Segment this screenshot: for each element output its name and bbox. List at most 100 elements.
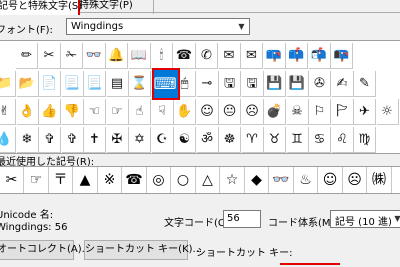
symbol-cell[interactable]: ☪ — [151, 127, 174, 153]
symbol-cell[interactable]: ✠ — [106, 127, 129, 153]
symbol-cell[interactable]: ✂ — [38, 43, 61, 69]
symbol-cell[interactable]: 🖫 — [241, 71, 264, 97]
symbol-cell[interactable]: ❄ — [16, 127, 39, 153]
symbol-cell[interactable]: ✆ — [196, 43, 218, 69]
symbol-cell[interactable]: ✁ — [61, 43, 83, 69]
symbol-cell[interactable]: 💧 — [0, 127, 16, 153]
symbol-cell[interactable]: ▤ — [106, 71, 129, 97]
recent-symbol[interactable]: ○ — [172, 167, 196, 193]
symbol-cell[interactable]: ♌ — [331, 127, 354, 153]
symbol-cell[interactable]: ☹ — [241, 99, 264, 125]
recent-symbol[interactable]: △ — [196, 167, 220, 193]
shortcut-key-button[interactable]: ショートカット キー(K)... — [84, 240, 202, 260]
recent-symbol[interactable]: ☺ — [319, 167, 343, 193]
symbol-cell[interactable]: ♋ — [309, 127, 331, 153]
symbol-cell[interactable]: ☜ — [84, 99, 106, 125]
symbol-cell[interactable]: ✉ — [241, 43, 263, 69]
unicode-name-label: Unicode 名: — [0, 210, 54, 221]
symbol-cell[interactable]: 👌 — [16, 99, 39, 125]
symbol-cell[interactable]: 📭 — [331, 43, 353, 69]
font-label: フォント(F): — [0, 25, 53, 36]
recent-symbol[interactable]: ▲ — [74, 167, 98, 193]
symbol-cell[interactable]: ✡ — [129, 127, 151, 153]
symbol-cell[interactable]: 📪 — [263, 43, 286, 69]
chevron-down-icon[interactable]: ▼ — [234, 19, 249, 34]
symbol-cell[interactable]: ✞ — [39, 127, 61, 153]
charcode-label: 文字コード(C): — [164, 218, 233, 229]
symbol-cell[interactable]: ✎ — [354, 71, 376, 97]
codesys-combobox[interactable]: 記号 (10 進) ▼ — [330, 210, 400, 228]
symbol-cell[interactable]: 🖫 — [219, 71, 241, 97]
symbol-cell[interactable]: ☟ — [151, 99, 174, 125]
codesys-label: コード体系(M): — [268, 218, 338, 229]
symbol-cell[interactable]: 💾 — [264, 71, 286, 97]
symbol-cell[interactable]: ☎ — [173, 43, 196, 69]
symbol-cell[interactable]: ☝ — [129, 99, 151, 125]
charcode-input[interactable]: 56 — [223, 210, 261, 228]
symbol-cell[interactable]: 👍 — [39, 99, 61, 125]
symbol-cell[interactable]: 📄 — [39, 71, 61, 97]
shortcut-key-label: ショートカット キー: — [196, 248, 293, 259]
symbol-cell[interactable]: ✍ — [331, 71, 354, 97]
symbol-cell[interactable]: 🏱 — [331, 99, 354, 125]
unicode-name-value: Wingdings: 56 — [0, 222, 68, 233]
tab-symbols[interactable]: 記号と特殊文字(S) — [0, 0, 82, 15]
symbol-cell[interactable]: 📁 — [0, 71, 16, 97]
symbol-cell[interactable]: ✇ — [309, 71, 331, 97]
symbol-cell[interactable]: 😐 — [219, 99, 241, 125]
recent-symbol[interactable]: ☎ — [123, 167, 147, 193]
symbol-cell[interactable]: ☺ — [196, 99, 219, 125]
symbol-cell[interactable]: ☞ — [106, 99, 129, 125]
recent-symbol[interactable]: ♨ — [294, 167, 318, 193]
recent-symbol[interactable]: 👓 — [270, 167, 294, 193]
chevron-down-icon[interactable]: ▼ — [390, 211, 400, 226]
symbol-cell[interactable]: ॐ — [196, 127, 219, 153]
symbol-cell[interactable]: 💣 — [264, 99, 286, 125]
symbol-cell[interactable]: 📃 — [61, 71, 84, 97]
symbol-cell[interactable]: ✈ — [354, 99, 376, 125]
symbol-grid[interactable]: ✏✂✁👓🔔📖🕯☎✆✉✉📪📫📬📭📁📂📄📃📃▤⌛⌨🖱⊸🖫🖫💾💾✇✍✎✌👌👍👎☜☞☝☟… — [0, 40, 400, 154]
symbol-cell[interactable]: 📃 — [84, 71, 106, 97]
symbol-cell[interactable]: 📫 — [286, 43, 308, 69]
symbol-cell[interactable]: 📬 — [308, 43, 331, 69]
recent-symbol[interactable]: ☹ — [343, 167, 367, 193]
recent-symbol[interactable]: ☆ — [221, 167, 245, 193]
symbol-cell[interactable]: ✏ — [16, 43, 38, 69]
symbol-cell[interactable]: ☸ — [219, 127, 241, 153]
symbol-cell[interactable]: 🕯 — [151, 43, 173, 69]
font-value: Wingdings — [71, 21, 124, 32]
autocorrect-button[interactable]: オートコレクト(A)... — [0, 240, 91, 260]
symbol-cell[interactable]: ⊸ — [196, 71, 219, 97]
symbol-cell[interactable]: 👎 — [61, 99, 84, 125]
symbol-cell[interactable]: ♊ — [286, 127, 309, 153]
symbol-cell[interactable]: ✋ — [174, 99, 196, 125]
symbol-cell[interactable]: 🔔 — [106, 43, 128, 69]
symbol-cell[interactable]: ☼ — [376, 99, 399, 125]
selected-symbol-cell[interactable]: ⌨ — [151, 68, 180, 100]
symbol-cell[interactable]: 👓 — [83, 43, 106, 69]
symbol-cell[interactable]: 💾 — [286, 71, 309, 97]
symbol-cell[interactable]: ♈ — [241, 127, 264, 153]
recent-symbol[interactable]: ※ — [98, 167, 122, 193]
symbol-cell[interactable]: ☯ — [174, 127, 196, 153]
symbol-cell[interactable]: ✝ — [84, 127, 106, 153]
recent-symbols[interactable]: ✂ ☞ 〒 ▲ ※ ☎ ◎ ○ △ ☆ ◆ 👓 ♨ ☺ ☹ ㈱ — [0, 166, 400, 194]
symbol-cell[interactable]: ☠ — [286, 99, 309, 125]
symbol-cell[interactable]: ✞ — [61, 127, 84, 153]
focus-indicator — [280, 263, 340, 265]
symbol-cell[interactable]: ✌ — [0, 99, 16, 125]
recent-symbol[interactable]: ◆ — [245, 167, 269, 193]
recent-symbol[interactable]: ☞ — [25, 167, 49, 193]
symbol-cell[interactable]: ♍ — [354, 127, 376, 153]
symbol-cell[interactable]: 📂 — [16, 71, 39, 97]
symbol-cell[interactable]: ✉ — [218, 43, 241, 69]
symbol-cell[interactable]: ⚐ — [309, 99, 331, 125]
recent-symbol[interactable]: ◎ — [147, 167, 171, 193]
recent-symbol[interactable]: 〒 — [49, 167, 73, 193]
recent-symbol[interactable]: ㈱ — [368, 167, 392, 193]
font-combobox[interactable]: Wingdings ▼ — [66, 18, 250, 35]
symbol-cell[interactable]: ⌛ — [129, 71, 151, 97]
symbol-cell[interactable]: 📖 — [128, 43, 151, 69]
recent-symbol[interactable]: ✂ — [0, 167, 24, 193]
symbol-cell[interactable]: ♉ — [264, 127, 286, 153]
